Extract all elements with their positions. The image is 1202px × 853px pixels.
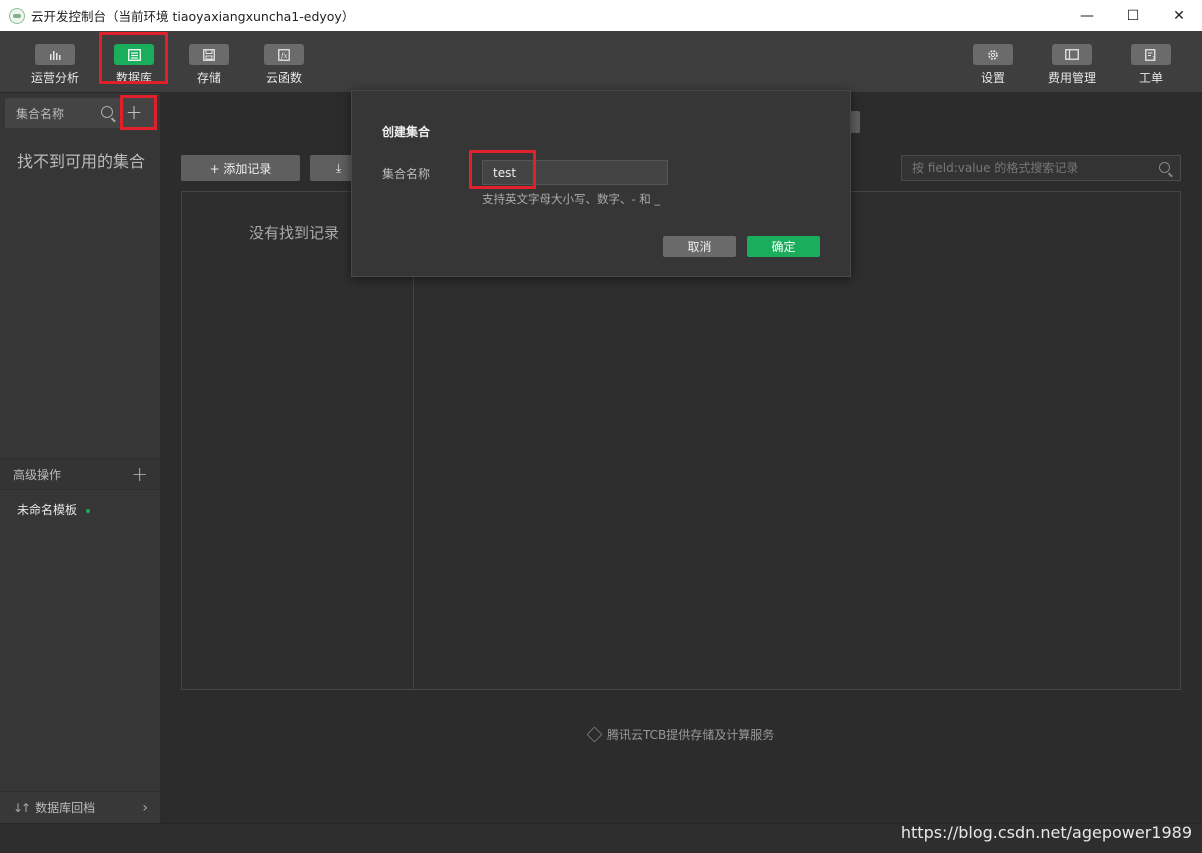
collection-header-label: 集合名称 [16, 106, 65, 121]
svg-text:fx: fx [280, 52, 288, 60]
collection-sidebar: 集合名称 + 找不到可用的集合 高级操作 + 未命名模板 ↓↑ 数据库回档 › [0, 93, 161, 823]
collection-name-field [482, 160, 668, 185]
empty-collection-message: 找不到可用的集合 [17, 152, 146, 171]
window-controls: — ☐ ✕ [1064, 0, 1202, 31]
cancel-button[interactable]: 取消 [663, 236, 736, 257]
no-records-message: 没有找到记录 [249, 224, 340, 242]
ticket-icon: ? [1131, 44, 1171, 65]
service-note: 腾讯云TCB提供存储及计算服务 [586, 726, 775, 743]
gear-icon [973, 44, 1013, 65]
tab-database[interactable]: 数据库 [99, 31, 169, 93]
database-rollback-link[interactable]: ↓↑ 数据库回档 › [0, 791, 160, 823]
storage-icon [189, 44, 229, 65]
maximize-button[interactable]: ☐ [1110, 0, 1156, 31]
record-search-box [901, 155, 1181, 181]
tab-ticket[interactable]: ? 工单 [1116, 31, 1186, 93]
tab-label: 云函数 [265, 71, 302, 85]
billing-icon [1052, 44, 1092, 65]
import-icon: ⤓ [336, 160, 342, 175]
create-collection-dialog: 创建集合 集合名称 支持英文字母大小写、数字、- 和 _ 取消 确定 [351, 90, 851, 277]
database-icon [114, 44, 154, 65]
tab-label: 运营分析 [30, 71, 79, 85]
search-icon[interactable] [1159, 162, 1170, 173]
tab-cloud-function[interactable]: fx 云函数 [249, 31, 319, 93]
minimize-button[interactable]: — [1064, 0, 1110, 31]
add-record-button[interactable]: + 添加记录 [181, 155, 300, 181]
tab-billing[interactable]: 费用管理 [1037, 31, 1107, 93]
add-template-button[interactable]: + [131, 463, 148, 485]
sort-icon: ↓↑ [13, 800, 31, 815]
tab-settings[interactable]: 设置 [958, 31, 1028, 93]
main-toolbar: 运营分析 数据库 存储 fx 云函数 设置 费用管理 ? 工单 [0, 31, 1202, 93]
svg-text:?: ? [1152, 55, 1155, 61]
dialog-title: 创建集合 [382, 125, 431, 139]
search-icon[interactable] [101, 106, 113, 118]
database-rollback-label: 数据库回档 [35, 801, 96, 815]
add-collection-button[interactable]: + [123, 102, 145, 124]
collection-name-input[interactable] [483, 161, 667, 184]
window-titlebar: 云开发控制台（当前环境 tiaoyaxiangxuncha1-edyoy） — … [0, 0, 1202, 31]
status-dot [86, 509, 91, 513]
tcb-logo-icon [586, 726, 603, 743]
chevron-right-icon: › [142, 799, 148, 816]
collection-header: 集合名称 + [5, 98, 157, 128]
tab-operations-analysis[interactable]: 运营分析 [20, 31, 90, 93]
tab-label: 费用管理 [1047, 71, 1096, 85]
service-note-text: 腾讯云TCB提供存储及计算服务 [607, 728, 775, 742]
cloud-function-icon: fx [264, 44, 304, 65]
tab-storage[interactable]: 存储 [174, 31, 244, 93]
app-logo-icon [9, 7, 25, 24]
advanced-operations-header: 高级操作 + [0, 458, 160, 490]
record-search-input[interactable] [912, 161, 1152, 175]
watermark-text: https://blog.csdn.net/agepower1989 [900, 823, 1192, 842]
template-item[interactable]: 未命名模板 [17, 501, 91, 518]
collection-name-label: 集合名称 [382, 167, 431, 181]
close-button[interactable]: ✕ [1156, 0, 1202, 31]
collection-name-hint: 支持英文字母大小写、数字、- 和 _ [482, 192, 661, 206]
bar-chart-icon [35, 44, 75, 65]
tab-label: 数据库 [115, 71, 152, 85]
advanced-operations-label: 高级操作 [13, 467, 62, 482]
tab-label: 工单 [1138, 71, 1163, 85]
tab-label: 设置 [980, 71, 1005, 85]
tab-label: 存储 [196, 71, 221, 85]
window-title: 云开发控制台（当前环境 tiaoyaxiangxuncha1-edyoy） [31, 9, 355, 24]
confirm-button[interactable]: 确定 [747, 236, 820, 257]
template-item-label: 未命名模板 [17, 503, 78, 517]
